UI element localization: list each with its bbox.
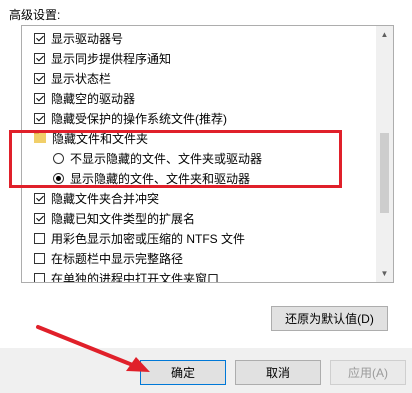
option-label: 隐藏已知文件类型的扩展名 (51, 211, 196, 226)
cancel-button[interactable]: 取消 (235, 360, 321, 385)
checkbox[interactable] (34, 272, 45, 282)
checkbox[interactable] (34, 32, 45, 44)
group-hidden-files-and-folders: 隐藏文件和文件夹 (34, 128, 148, 148)
option-hide-folder-merge-conflicts[interactable]: 隐藏文件夹合并冲突 (34, 188, 159, 208)
option-label: 在单独的进程中打开文件夹窗口 (51, 271, 220, 283)
group-label: 隐藏文件和文件夹 (52, 131, 149, 146)
vertical-scrollbar[interactable]: ▲ ▼ (376, 26, 393, 282)
checkbox[interactable] (34, 252, 45, 264)
checkbox[interactable] (34, 92, 45, 104)
option-label: 隐藏受保护的操作系统文件(推荐) (51, 111, 227, 126)
option-label: 不显示隐藏的文件、文件夹或驱动器 (70, 151, 263, 166)
option-separate-process[interactable]: 在单独的进程中打开文件夹窗口 (34, 268, 220, 283)
option-label: 在标题栏中显示完整路径 (51, 251, 184, 266)
option-label: 显示状态栏 (51, 71, 112, 86)
option-label: 显示隐藏的文件、文件夹和驱动器 (70, 171, 251, 186)
ok-button[interactable]: 确定 (140, 360, 226, 385)
option-label: 用彩色显示加密或压缩的 NTFS 文件 (51, 231, 245, 246)
apply-button[interactable]: 应用(A) (330, 360, 406, 385)
checkbox[interactable] (34, 52, 45, 64)
restore-defaults-button[interactable]: 还原为默认值(D) (271, 306, 388, 331)
scroll-down-arrow-icon[interactable]: ▼ (376, 265, 393, 282)
checkbox[interactable] (34, 232, 45, 244)
advanced-settings-label: 高级设置: (9, 8, 61, 22)
option-show-full-path[interactable]: 在标题栏中显示完整路径 (34, 248, 183, 268)
radio-show-hidden[interactable]: 显示隐藏的文件、文件夹和驱动器 (53, 168, 250, 188)
advanced-settings-list[interactable]: 显示驱动器号 显示同步提供程序通知 显示状态栏 隐藏空的驱动器 隐藏受保护的操作… (21, 25, 394, 283)
checkbox[interactable] (34, 212, 45, 224)
scroll-up-arrow-icon[interactable]: ▲ (376, 26, 393, 43)
checkbox[interactable] (34, 192, 45, 204)
option-show-sync-notifications[interactable]: 显示同步提供程序通知 (34, 48, 171, 68)
option-color-encrypted-files[interactable]: 用彩色显示加密或压缩的 NTFS 文件 (34, 228, 245, 248)
option-label: 显示驱动器号 (51, 31, 124, 46)
option-label: 显示同步提供程序通知 (51, 51, 172, 66)
radio-button[interactable] (53, 152, 64, 164)
option-hide-protected-os-files[interactable]: 隐藏受保护的操作系统文件(推荐) (34, 108, 227, 128)
option-hide-empty-drives[interactable]: 隐藏空的驱动器 (34, 88, 135, 108)
option-label: 隐藏文件夹合并冲突 (51, 191, 160, 206)
option-label: 隐藏空的驱动器 (51, 91, 136, 106)
checkbox[interactable] (34, 72, 45, 84)
radio-do-not-show-hidden[interactable]: 不显示隐藏的文件、文件夹或驱动器 (53, 148, 262, 168)
scrollbar-thumb[interactable] (380, 133, 389, 213)
radio-button[interactable] (53, 172, 64, 184)
folder-icon (34, 131, 46, 143)
option-hide-known-extensions[interactable]: 隐藏已知文件类型的扩展名 (34, 208, 195, 228)
option-show-status-bar[interactable]: 显示状态栏 (34, 68, 111, 88)
checkbox[interactable] (34, 112, 45, 124)
option-show-drive-letters[interactable]: 显示驱动器号 (34, 28, 123, 48)
